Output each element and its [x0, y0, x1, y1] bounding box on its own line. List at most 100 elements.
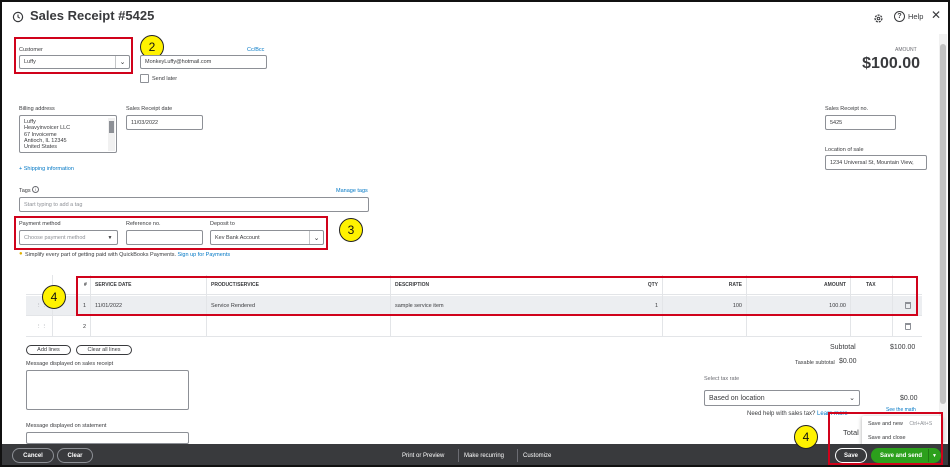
- message-statement-field[interactable]: [26, 432, 189, 444]
- send-later-checkbox[interactable]: [140, 74, 149, 83]
- save-options-menu: Save and new Ctrl+Alt+S Save and close: [862, 416, 942, 446]
- learn-more-link[interactable]: Learn more: [817, 411, 848, 417]
- row-rate[interactable]: 100: [716, 296, 746, 315]
- make-recurring-link[interactable]: Make recurring: [464, 444, 504, 465]
- col-tax: TAX: [866, 281, 876, 288]
- tags-input[interactable]: Start typing to add a tag: [19, 197, 369, 212]
- callout-3: 3: [339, 218, 363, 242]
- callout-4: 4: [42, 285, 66, 309]
- history-icon[interactable]: [12, 10, 24, 23]
- table-row[interactable]: ⋮⋮ 1 11/01/2022 Service Rendered sample …: [26, 296, 922, 316]
- row-qty[interactable]: [638, 317, 662, 336]
- col-divider: [390, 275, 391, 337]
- row-description[interactable]: [391, 317, 399, 336]
- add-lines-button[interactable]: Add lines: [26, 345, 71, 355]
- taxable-subtotal-value: $0.00: [839, 358, 857, 365]
- save-and-send-button[interactable]: Save and send ▼: [871, 448, 941, 463]
- see-math-link[interactable]: See the math: [886, 407, 916, 413]
- sign-up-payments-link[interactable]: Sign up for Payments: [178, 252, 231, 258]
- row-service-date[interactable]: [91, 317, 99, 336]
- col-divider: [746, 275, 747, 337]
- row-amount[interactable]: [806, 317, 850, 336]
- reference-field[interactable]: [126, 230, 203, 245]
- customer-select[interactable]: Luffy ⌄: [19, 55, 130, 69]
- menu-item-save-and-close[interactable]: Save and close: [868, 435, 906, 441]
- page-title: Sales Receipt #5425: [30, 8, 155, 23]
- chevron-down-icon[interactable]: ⌄: [115, 56, 129, 68]
- deposit-value: Kev Bank Account: [215, 234, 260, 241]
- gear-icon[interactable]: [873, 11, 884, 23]
- reference-label: Reference no.: [126, 221, 161, 227]
- shipping-info-link[interactable]: + Shipping information: [19, 166, 74, 172]
- print-preview-link[interactable]: Print or Preview: [402, 444, 444, 465]
- tax-value: $0.00: [900, 395, 918, 402]
- help-icon[interactable]: ?: [894, 11, 905, 22]
- caret-down-icon[interactable]: ▼: [103, 231, 117, 244]
- trash-icon[interactable]: [905, 302, 911, 309]
- page-scrollbar[interactable]: [939, 34, 947, 442]
- footer-divider: [517, 449, 518, 462]
- message-receipt-field[interactable]: [26, 370, 189, 410]
- col-divider: [90, 275, 91, 337]
- row-product[interactable]: [207, 317, 215, 336]
- row-qty[interactable]: 1: [638, 296, 662, 315]
- row-amount[interactable]: 100.00: [806, 296, 850, 315]
- col-divider: [206, 275, 207, 337]
- scroll-thumb[interactable]: [940, 44, 946, 404]
- payment-method-label: Payment method: [19, 221, 61, 227]
- menu-item-save-and-new[interactable]: Save and new Ctrl+Alt+S: [868, 421, 932, 427]
- billing-scrollbar[interactable]: [108, 118, 115, 151]
- chevron-down-icon[interactable]: ⌄: [309, 231, 323, 244]
- row-num: 2: [83, 323, 87, 330]
- info-icon[interactable]: i: [32, 186, 39, 193]
- clear-all-lines-button[interactable]: Clear all lines: [76, 345, 132, 355]
- row-description[interactable]: sample service item: [391, 296, 448, 315]
- table-row[interactable]: ⋮⋮ 2: [26, 317, 922, 337]
- row-service-date[interactable]: 11/01/2022: [91, 296, 126, 315]
- cancel-button[interactable]: Cancel: [12, 448, 54, 463]
- message-receipt-label: Message displayed on sales receipt: [26, 361, 114, 367]
- location-field[interactable]: 1234 Universal St, Mountain View,: [825, 155, 927, 170]
- col-divider: [892, 275, 893, 337]
- cc-bcc-link[interactable]: Cc/Bcc: [247, 47, 264, 53]
- trash-icon[interactable]: [905, 323, 911, 330]
- save-button[interactable]: Save: [835, 448, 867, 463]
- chevron-down-icon[interactable]: ⌄: [845, 391, 859, 405]
- payment-method-placeholder: Choose payment method: [24, 234, 86, 241]
- callout-4b: 4: [794, 425, 818, 449]
- tax-rate-value: Based on location: [709, 394, 765, 402]
- caret-down-icon[interactable]: ▼: [928, 449, 940, 462]
- customer-value: Luffy: [24, 59, 36, 65]
- deposit-select[interactable]: Kev Bank Account ⌄: [210, 230, 324, 245]
- billing-line: United States: [24, 144, 58, 151]
- receipt-no-label: Sales Receipt no.: [825, 106, 869, 112]
- receipt-no-field[interactable]: 5425: [825, 115, 896, 130]
- drag-handle-icon[interactable]: ⋮⋮: [32, 317, 51, 336]
- close-icon[interactable]: ✕: [931, 8, 941, 22]
- email-field[interactable]: MonkeyLuffy@hotmail.com: [140, 55, 267, 69]
- payment-method-select[interactable]: Choose payment method ▼: [19, 230, 118, 245]
- col-description: DESCRIPTION: [395, 281, 430, 288]
- clear-button[interactable]: Clear: [57, 448, 93, 463]
- row-rate[interactable]: [716, 317, 746, 336]
- receipt-date-field[interactable]: 11/03/2022: [126, 115, 203, 130]
- table-header: # SERVICE DATE PRODUCT/SERVICE DESCRIPTI…: [26, 275, 922, 295]
- help-label[interactable]: Help: [908, 12, 923, 21]
- receipt-date-label: Sales Receipt date: [126, 106, 173, 112]
- deposit-label: Deposit to: [210, 221, 235, 227]
- manage-tags-link[interactable]: Manage tags: [336, 188, 368, 194]
- row-num: 1: [83, 302, 87, 309]
- customer-label: Customer: [19, 47, 43, 53]
- customize-link[interactable]: Customize: [523, 444, 551, 465]
- col-rate: RATE: [728, 281, 742, 288]
- save-and-new-shortcut: Ctrl+Alt+S: [909, 421, 933, 427]
- sales-tax-help: Need help with sales tax? Learn more: [747, 411, 848, 417]
- tags-label: Tags: [19, 188, 31, 194]
- total-label: Total: [843, 428, 859, 437]
- message-statement-label: Message displayed on statement: [26, 423, 107, 429]
- tax-rate-select[interactable]: Based on location ⌄: [704, 390, 860, 406]
- row-product[interactable]: Service Rendered: [207, 296, 259, 315]
- footer-divider: [458, 449, 459, 462]
- billing-address-field[interactable]: Luffy Heavyinvoicer LLC 67 Invoiceme Ant…: [19, 115, 117, 153]
- col-divider: [850, 275, 851, 337]
